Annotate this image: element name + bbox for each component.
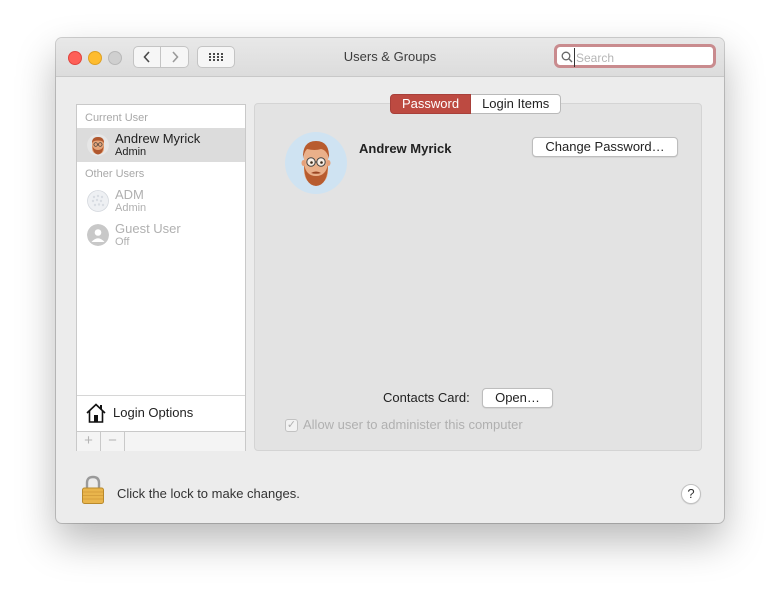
user-row-current[interactable]: Andrew Myrick Admin <box>77 128 245 162</box>
user-role: Admin <box>115 202 147 214</box>
user-detail-panel: Andrew Myrick Change Password… Contacts … <box>254 103 702 451</box>
search-input[interactable] <box>574 48 713 67</box>
user-row-adm[interactable]: ADM Admin <box>77 184 245 218</box>
remove-user-button[interactable]: − <box>101 432 125 451</box>
tab-login-items[interactable]: Login Items <box>471 94 562 114</box>
login-options-label: Login Options <box>113 405 194 420</box>
users-sidebar: Current User Andrew Myrick Admin Other U… <box>76 104 246 451</box>
guest-user-icon <box>87 224 109 246</box>
memoji-avatar-icon <box>301 141 331 186</box>
tab-bar: Password Login Items <box>390 94 562 114</box>
help-button[interactable]: ? <box>681 484 701 504</box>
user-name: ADM <box>115 187 144 202</box>
user-name: Guest User <box>115 221 181 236</box>
login-options-item[interactable]: Login Options <box>77 395 245 432</box>
user-name: Andrew Myrick <box>115 131 201 146</box>
user-role: Off <box>115 236 130 248</box>
search-field[interactable] <box>554 44 716 68</box>
allow-admin-checkbox[interactable]: ✓ <box>285 419 298 432</box>
contacts-card-label: Contacts Card: <box>383 390 470 405</box>
memoji-avatar-icon <box>87 134 109 156</box>
user-picture[interactable] <box>285 132 347 194</box>
user-full-name: Andrew Myrick <box>359 141 452 156</box>
user-role: Admin <box>115 146 147 158</box>
allow-admin-label: Allow user to administer this computer <box>303 417 523 432</box>
house-icon <box>86 403 106 423</box>
lock-icon[interactable] <box>81 475 105 505</box>
other-users-header: Other Users <box>85 168 145 180</box>
user-row-guest[interactable]: Guest User Off <box>77 218 245 252</box>
current-user-header: Current User <box>85 112 148 124</box>
lock-status-text: Click the lock to make changes. <box>117 486 300 501</box>
search-icon <box>561 51 573 63</box>
golf-ball-avatar-icon <box>87 190 109 212</box>
add-user-button[interactable]: + <box>77 432 101 451</box>
add-remove-bar: + − <box>77 431 245 451</box>
change-password-button[interactable]: Change Password… <box>532 137 678 157</box>
title-bar: Users & Groups <box>56 38 724 77</box>
open-contacts-card-button[interactable]: Open… <box>482 388 553 408</box>
tab-password[interactable]: Password <box>390 94 472 114</box>
users-groups-window: Users & Groups Current User Andrew Myric… <box>56 38 724 523</box>
